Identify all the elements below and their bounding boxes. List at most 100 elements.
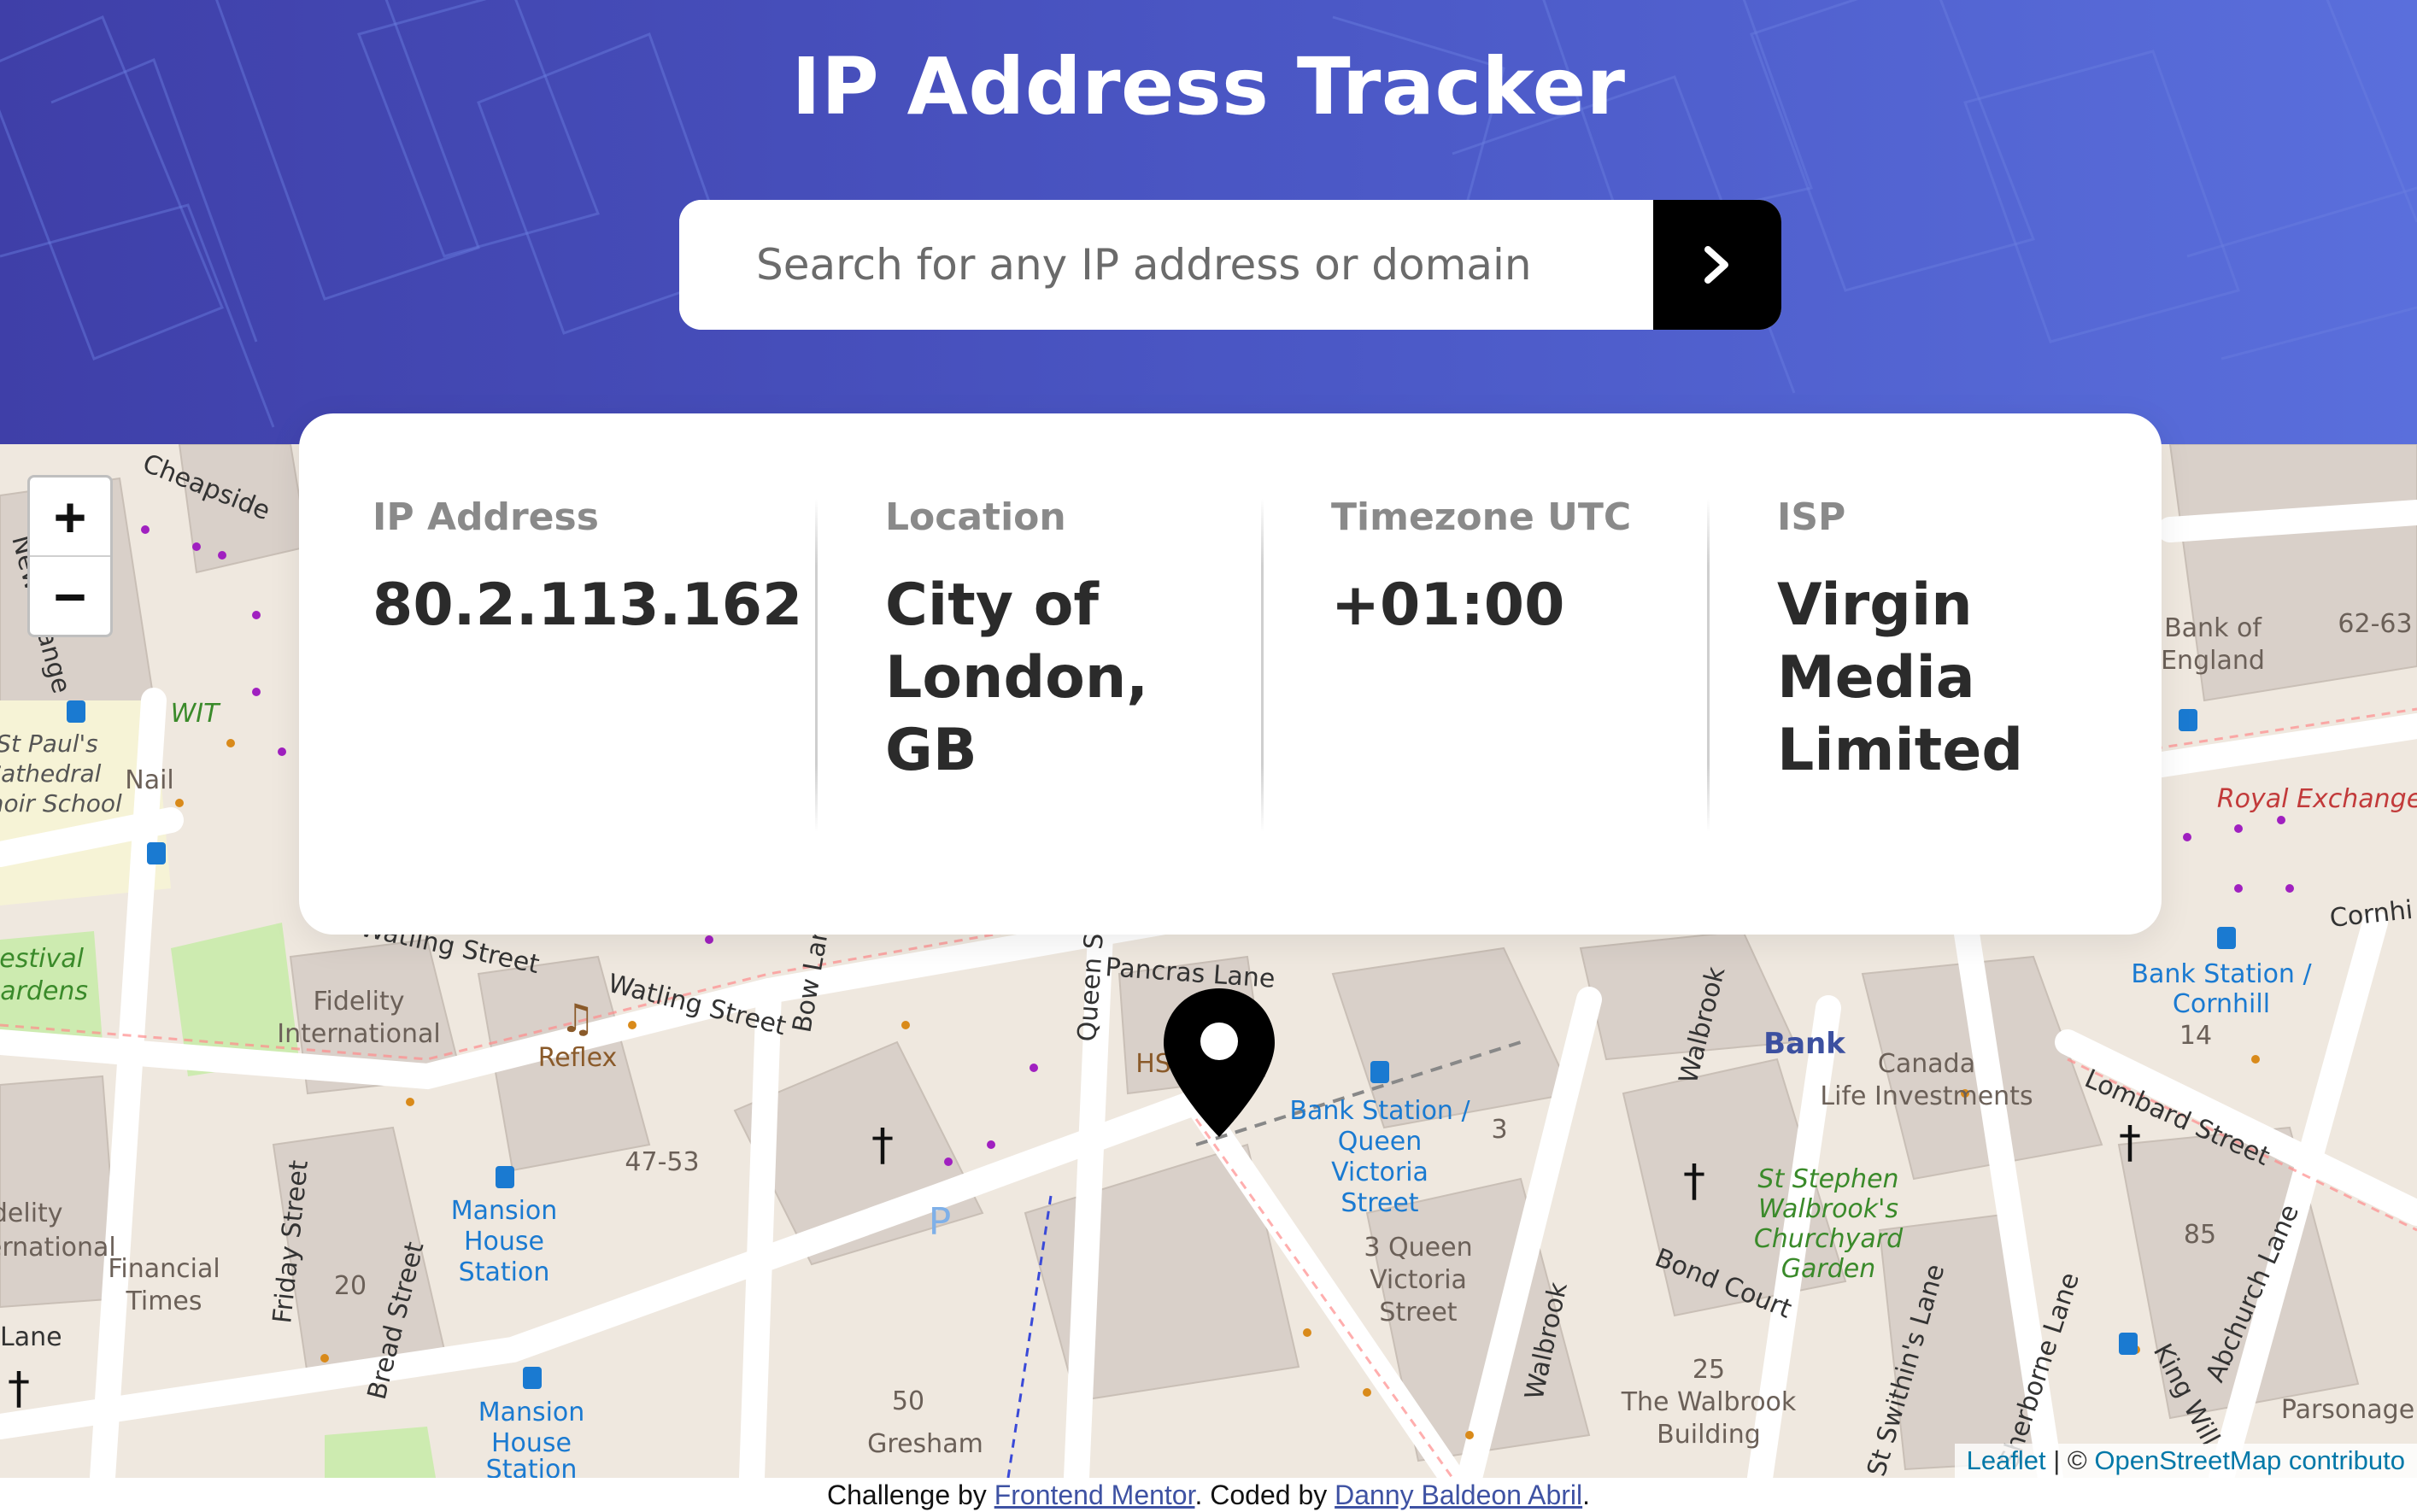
map-label-bank-station-corn-1: Bank Station /	[2131, 959, 2312, 989]
map-label-st-stephen-1: St Stephen	[1757, 1164, 1898, 1194]
map-label-20: 20	[334, 1271, 367, 1301]
map-label-financial-2: Times	[125, 1286, 202, 1316]
search-bar	[679, 200, 1781, 330]
bus-stop-icon	[2179, 709, 2197, 731]
timezone-stat: Timezone UTC +01:00	[1331, 413, 1673, 935]
map-label-lane-left: Lane	[0, 1322, 62, 1352]
map-label-bank-of-england-1: Bank of	[2164, 613, 2262, 643]
map-label-wit: WIT	[171, 699, 222, 729]
map-label-bank-station-queen-1: Bank Station /	[1289, 1096, 1470, 1126]
map-label-25: 25	[1692, 1355, 1725, 1385]
isp-stat: ISP Virgin Media Limited	[1777, 413, 2136, 935]
church-icon: †	[1683, 1156, 1705, 1207]
timezone-label: Timezone UTC	[1331, 495, 1632, 539]
isp-label: ISP	[1777, 495, 1846, 539]
map-label-st-stephen-4: Garden	[1781, 1254, 1875, 1284]
map-label-3: 3	[1491, 1115, 1507, 1145]
map-label-reflex: Reflex	[538, 1043, 618, 1073]
zoom-out-button[interactable]: −	[30, 555, 110, 635]
author-link[interactable]: Danny Baldeon Abril	[1335, 1480, 1582, 1510]
map-label-cornhill: Cornhi	[2328, 895, 2414, 934]
map-label-three-queen-3: Street	[1379, 1298, 1457, 1327]
ip-address-stat: IP Address 80.2.113.162	[373, 413, 802, 935]
map-label-royal-exchange: Royal Exchange	[2217, 784, 2417, 814]
attribution-separator: | ©	[2045, 1445, 2095, 1475]
zoom-control: + −	[27, 475, 113, 637]
isp-value: Virgin Media Limited	[1777, 571, 2024, 784]
chevron-right-icon	[1704, 246, 1728, 284]
footer-prefix: Challenge by	[827, 1480, 994, 1510]
map-label-festival-2: Gardens	[0, 976, 88, 1006]
zoom-in-button[interactable]: +	[30, 478, 110, 555]
map-label-bank-station-queen-2: Queen	[1338, 1127, 1423, 1157]
parking-icon: P	[929, 1200, 952, 1244]
map-label-three-queen-2: Victoria	[1370, 1265, 1467, 1295]
search-submit-button[interactable]	[1653, 200, 1781, 330]
map-label-bank-of-england-2: England	[2161, 646, 2265, 676]
page-title: IP Address Tracker	[791, 41, 1626, 132]
osm-link[interactable]: OpenStreetMap contributo	[2094, 1445, 2405, 1475]
location-stat: Location City of London, GB	[885, 413, 1210, 935]
map-label-festival-1: Festival	[0, 944, 85, 974]
music-venue-icon: ♫	[560, 995, 595, 1041]
map-label-mansion-1: Mansion	[451, 1196, 558, 1226]
map-label-50: 50	[892, 1386, 924, 1416]
map-label-gresham: Gresham	[867, 1429, 983, 1459]
map-label-financial-1: Financial	[108, 1254, 220, 1284]
footer-suffix: .	[1582, 1480, 1590, 1510]
frontend-mentor-link[interactable]: Frontend Mentor	[994, 1480, 1195, 1510]
map-label-walbrook-bldg-1: The Walbrook	[1621, 1387, 1797, 1417]
bus-stop-icon	[147, 842, 166, 864]
leaflet-link[interactable]: Leaflet	[1967, 1445, 2046, 1475]
church-icon: †	[2119, 1117, 2141, 1169]
location-label: Location	[885, 495, 1066, 539]
map-label-bank-station-queen-3: Victoria	[1331, 1157, 1428, 1187]
map-label-canada-2: Life Investments	[1820, 1081, 2033, 1111]
map-attribution: Leaflet | © OpenStreetMap contributo	[1954, 1444, 2417, 1478]
footer-middle: . Coded by	[1194, 1480, 1335, 1510]
bus-stop-icon	[67, 700, 85, 723]
stat-divider	[1707, 499, 1710, 832]
map-label-walbrook-bldg-2: Building	[1657, 1420, 1761, 1450]
map-label-14: 14	[2179, 1021, 2212, 1051]
location-value: City of London, GB	[885, 571, 1149, 784]
map-label-mansion-b3: Station	[486, 1455, 578, 1478]
map-label-st-pauls-1: St Paul's	[0, 730, 98, 758]
church-icon: †	[8, 1363, 30, 1415]
map-label-fidelity-2: International	[277, 1019, 440, 1049]
footer: Challenge by Frontend Mentor. Coded by D…	[0, 1478, 2417, 1512]
map-label-fidelity-1: Fidelity	[313, 987, 404, 1017]
map-label-st-pauls-2: Cathedral	[0, 759, 102, 788]
map-label-mansion-b1: Mansion	[478, 1398, 585, 1427]
ip-address-label: IP Address	[373, 495, 599, 539]
header: IP Address Tracker	[0, 0, 2417, 444]
map-label-st-pauls-3: Choir School	[0, 789, 122, 818]
ip-address-value: 80.2.113.162	[373, 571, 803, 639]
map-label-st-stephen-3: Churchyard	[1754, 1224, 1904, 1254]
map-label-4753: 47-53	[625, 1147, 699, 1177]
map-label-fidelity-left-2: International	[0, 1233, 116, 1263]
map-label-canada-1: Canada	[1878, 1049, 1975, 1079]
timezone-value: +01:00	[1331, 571, 1565, 639]
location-pin-icon[interactable]	[1160, 985, 1278, 1142]
map-label-bank-station-corn-2: Cornhill	[2173, 989, 2270, 1019]
church-icon: †	[871, 1120, 894, 1171]
map-label-6263: 62-63	[2338, 609, 2412, 639]
page: IP Address Tracker Search for any IP add…	[0, 0, 2417, 1512]
bus-stop-icon	[496, 1166, 514, 1188]
map-label-mansion-3: Station	[459, 1257, 550, 1287]
map-label-nail: Nail	[125, 765, 174, 795]
bus-stop-icon	[2217, 927, 2236, 949]
stat-divider	[1261, 499, 1264, 832]
search-input[interactable]	[679, 200, 1653, 330]
map-label-85: 85	[2184, 1220, 2216, 1250]
bus-stop-icon	[523, 1367, 542, 1389]
map-label-bank: Bank	[1763, 1027, 1846, 1061]
map-label-parsonage: Parsonage	[2281, 1395, 2414, 1425]
map-label-fidelity-left-1: Fidelity	[0, 1198, 63, 1228]
bus-stop-icon	[1370, 1061, 1389, 1083]
map-label-mansion-2: House	[464, 1227, 544, 1257]
map-label-mansion-b2: House	[491, 1428, 572, 1458]
map-label-bank-station-queen-4: Street	[1340, 1188, 1418, 1218]
stat-divider	[815, 499, 818, 832]
